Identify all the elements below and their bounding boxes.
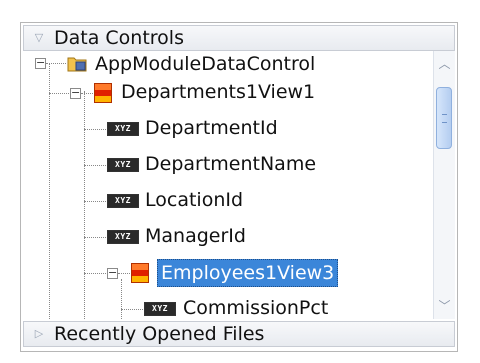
tree-node-label: Departments1View1 [121, 81, 316, 103]
scroll-down-icon[interactable]: ﹀ [434, 295, 455, 317]
data-controls-window: ▽ Data Controls − AppModuleDataControl −… [20, 22, 458, 352]
expand-arrow-icon: ▷ [34, 327, 44, 340]
scrollbar-thumb[interactable] [436, 87, 452, 149]
tree-node-attribute[interactable]: XYZ LocationId [23, 187, 403, 213]
attribute-xyz-icon: XYZ [107, 230, 139, 244]
view-object-icon [94, 83, 112, 103]
tree-node-root[interactable]: − AppModuleDataControl [23, 51, 403, 77]
attribute-xyz-icon: XYZ [107, 158, 139, 172]
tree-node-departments[interactable]: − Departments1View1 [23, 79, 403, 105]
attribute-xyz-icon: XYZ [144, 302, 176, 316]
tree-node-label: AppModuleDataControl [95, 53, 316, 75]
tree-node-label: LocationId [145, 189, 244, 211]
data-controls-tree: − AppModuleDataControl − Departments1Vie… [23, 51, 455, 319]
collapse-toggle-icon[interactable]: − [70, 87, 81, 99]
tree-node-employees[interactable]: − Employees1View3 [23, 259, 403, 287]
recently-opened-files-title: Recently Opened Files [54, 323, 265, 345]
data-controls-header[interactable]: ▽ Data Controls [23, 25, 455, 51]
tree-node-label: DepartmentId [145, 117, 278, 139]
attribute-xyz-icon: XYZ [107, 194, 139, 208]
recently-opened-files-header[interactable]: ▷ Recently Opened Files [23, 321, 455, 347]
view-object-icon [131, 263, 149, 283]
data-controls-title: Data Controls [54, 27, 184, 49]
tree-node-label: CommissionPct [183, 297, 329, 319]
data-control-folder-icon [67, 57, 87, 72]
tree-node-attribute[interactable]: XYZ CommissionPct [23, 295, 403, 319]
tree-node-attribute[interactable]: XYZ DepartmentId [23, 115, 403, 141]
tree-node-label: Employees1View3 [157, 259, 339, 287]
tree-node-label: DepartmentName [145, 153, 317, 175]
attribute-xyz-icon: XYZ [107, 122, 139, 136]
tree-node-attribute[interactable]: XYZ DepartmentName [23, 151, 403, 177]
collapse-toggle-icon[interactable]: − [107, 267, 118, 279]
tree-node-label: ManagerId [145, 225, 246, 247]
vertical-scrollbar[interactable]: ︿ ﹀ [433, 51, 455, 319]
collapse-arrow-icon: ▽ [34, 31, 44, 44]
tree-node-attribute[interactable]: XYZ ManagerId [23, 223, 403, 249]
collapse-toggle-icon[interactable]: − [35, 57, 46, 69]
scroll-up-icon[interactable]: ︿ [434, 53, 455, 75]
